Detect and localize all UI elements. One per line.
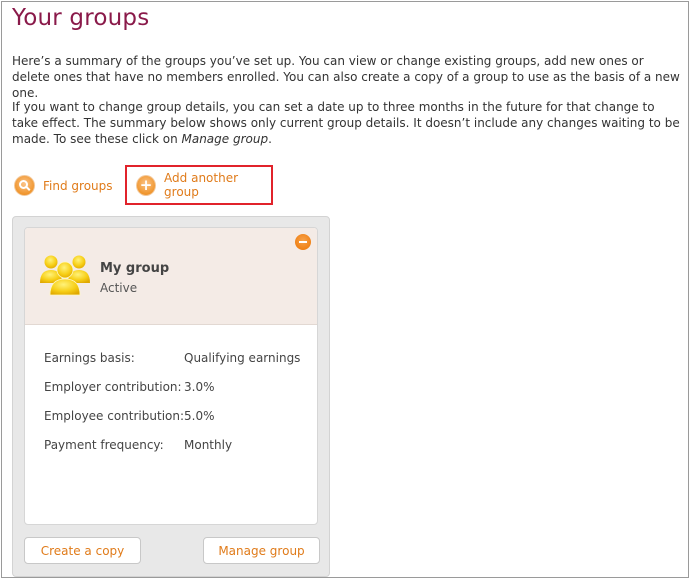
info-paragraph: If you want to change group details, you… xyxy=(12,99,684,147)
info-end: . xyxy=(268,132,272,146)
info-text: If you want to change group details, you… xyxy=(12,100,680,146)
detail-value: 3.0% xyxy=(184,380,215,394)
manage-group-button[interactable]: Manage group xyxy=(203,537,320,564)
minus-icon[interactable] xyxy=(295,234,311,250)
find-groups-link[interactable]: Find groups xyxy=(14,175,113,196)
search-icon xyxy=(14,175,35,196)
people-group-icon xyxy=(40,255,90,296)
manage-group-reference: Manage group xyxy=(181,132,269,146)
detail-value: 5.0% xyxy=(184,409,215,423)
add-another-group-label: Add another group xyxy=(164,171,239,199)
intro-paragraph: Here’s a summary of the groups you’ve se… xyxy=(12,54,680,100)
group-name: My group xyxy=(100,261,170,276)
group-card-body: My group Active Earnings basis: Qualifyi… xyxy=(24,227,318,525)
detail-label: Employer contribution: xyxy=(44,380,182,394)
create-copy-button[interactable]: Create a copy xyxy=(24,537,141,564)
page-frame: Your groups Here’s a summary of the grou… xyxy=(1,1,689,578)
group-status: Active xyxy=(100,281,138,295)
plus-icon: + xyxy=(136,174,157,196)
detail-label: Payment frequency: xyxy=(44,438,164,452)
find-groups-label: Find groups xyxy=(43,178,113,193)
add-another-group-link[interactable]: + Add another group xyxy=(125,165,273,205)
detail-label: Employee contribution: xyxy=(44,409,185,423)
group-card-header: My group Active xyxy=(25,228,317,325)
page-title: Your groups xyxy=(12,5,150,31)
detail-value: Qualifying earnings xyxy=(184,351,301,365)
detail-label: Earnings basis: xyxy=(44,351,135,365)
group-card: My group Active Earnings basis: Qualifyi… xyxy=(12,216,330,577)
detail-value: Monthly xyxy=(184,438,233,452)
